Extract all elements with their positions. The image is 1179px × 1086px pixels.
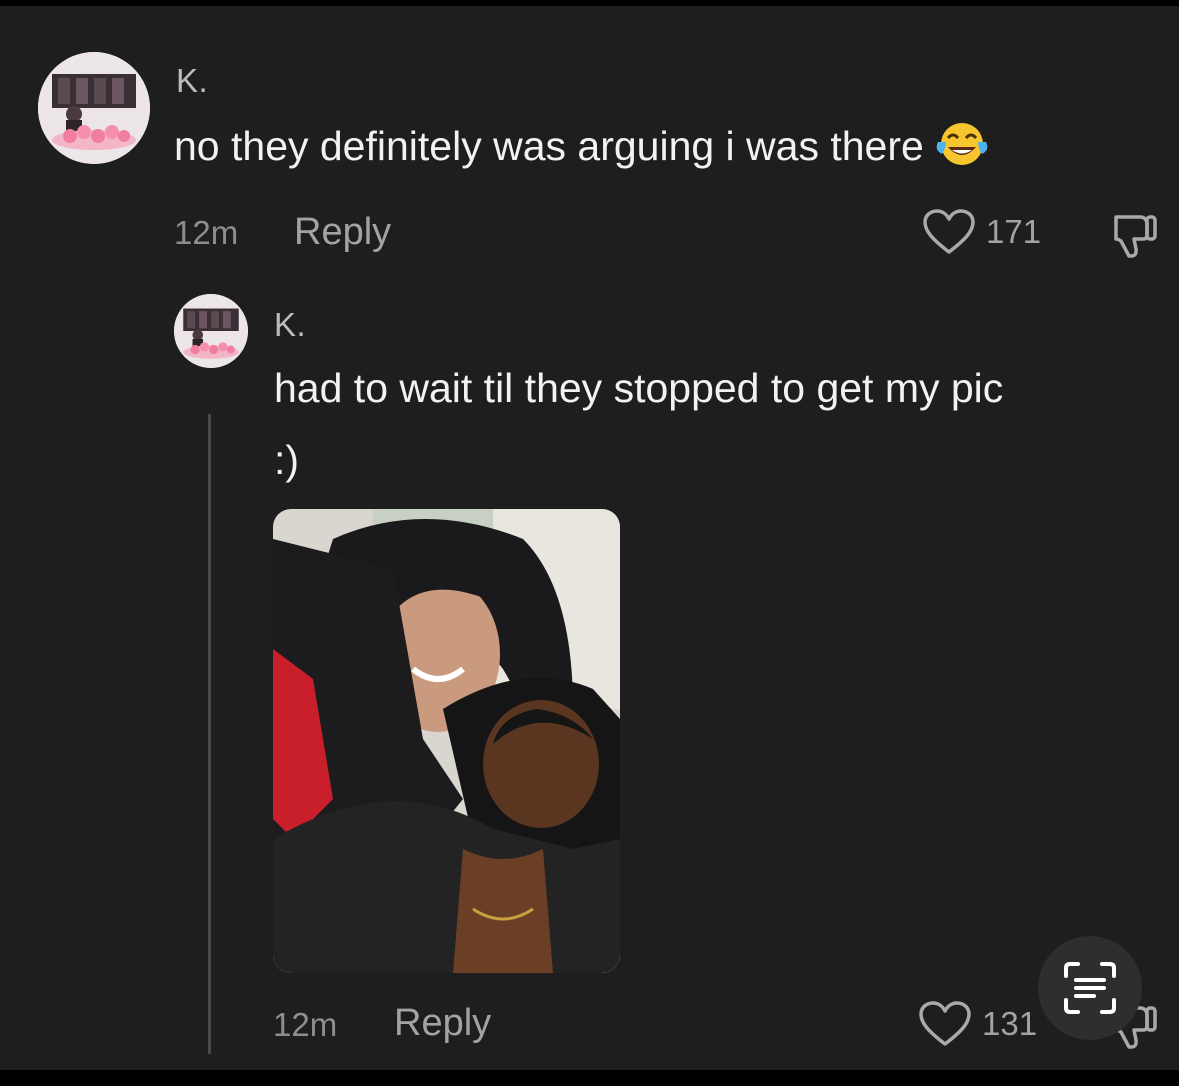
like-button[interactable]: 131 bbox=[918, 1000, 1037, 1048]
heart-outline-icon bbox=[918, 1000, 972, 1048]
comment-body: had to wait til they stopped to get my p… bbox=[274, 365, 1004, 411]
reply-button[interactable]: Reply bbox=[394, 1002, 491, 1045]
comment-username[interactable]: K. bbox=[176, 62, 208, 100]
avatar[interactable] bbox=[174, 294, 248, 368]
like-count: 131 bbox=[982, 1005, 1038, 1042]
avatar[interactable] bbox=[38, 52, 150, 164]
comments-panel: K. no they definitely was arguing i was … bbox=[0, 6, 1179, 1070]
reply-button[interactable]: Reply bbox=[294, 211, 391, 254]
comment-timestamp: 12m bbox=[174, 214, 239, 251]
comment-body-continued: :) bbox=[274, 437, 300, 483]
comment-username[interactable]: K. bbox=[274, 306, 306, 344]
heart-outline-icon bbox=[922, 208, 976, 256]
like-button[interactable]: 171 bbox=[922, 208, 1041, 256]
like-count: 171 bbox=[986, 213, 1042, 250]
live-text-scan-button[interactable] bbox=[1038, 936, 1142, 1040]
thread-line bbox=[208, 414, 211, 1054]
comment-body: no they definitely was arguing i was the… bbox=[174, 123, 924, 169]
attached-photo[interactable] bbox=[273, 509, 620, 973]
comment-timestamp: 12m bbox=[273, 1006, 338, 1043]
thumbs-down-icon[interactable] bbox=[1110, 209, 1160, 261]
live-text-scan-icon bbox=[1060, 958, 1120, 1018]
face-with-tears-of-joy-icon bbox=[934, 118, 990, 166]
comment-text: no they definitely was arguing i was the… bbox=[174, 110, 990, 182]
